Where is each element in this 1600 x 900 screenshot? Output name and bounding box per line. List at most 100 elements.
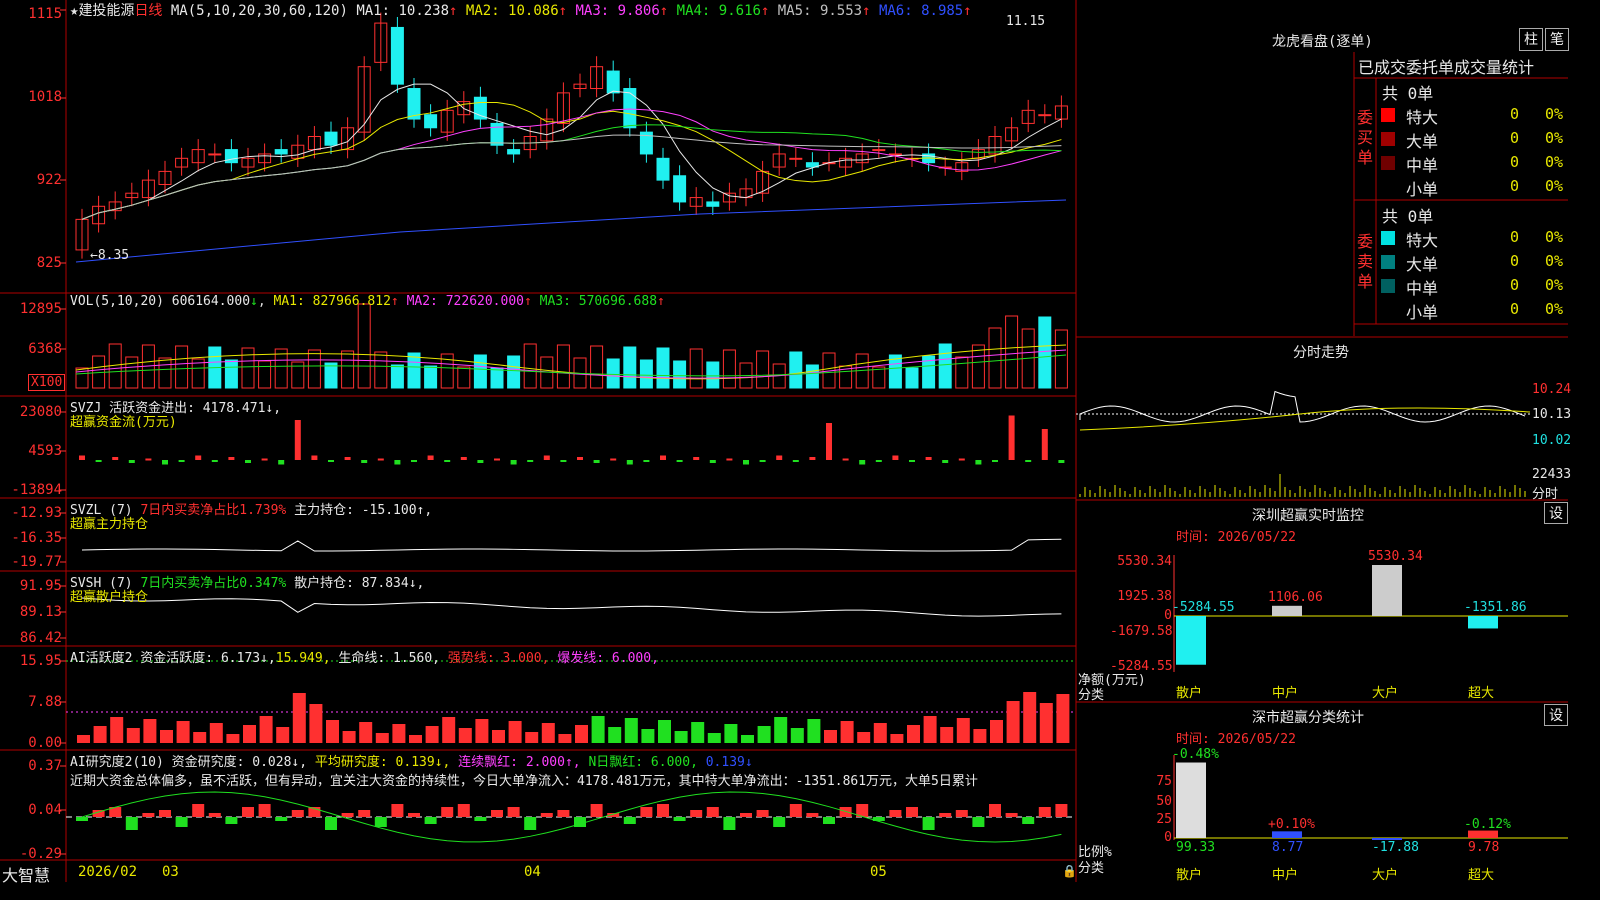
tick-view-button[interactable]: 笔	[1545, 28, 1569, 51]
flow-bar-37	[693, 457, 700, 460]
fenshi-vol-label: 22433	[1532, 467, 1572, 482]
high-price-mark: 11.15	[1006, 14, 1046, 29]
sz-class-ratio-2: -17.88	[1372, 840, 1419, 855]
sell-row-name-0: 特大	[1406, 231, 1439, 250]
sell-row-pct-1: 0%	[1545, 252, 1564, 270]
flow-bar-13	[294, 420, 301, 460]
sz-class-bar-1	[1272, 831, 1302, 838]
sz-class-settings-button[interactable]: 设	[1544, 704, 1568, 726]
vol-label-mid: 6368	[28, 341, 62, 357]
period-label[interactable]: 日线	[134, 3, 162, 19]
stock-name[interactable]: 建投能源	[78, 3, 134, 19]
sz-class-axis-label2: 分类	[1078, 861, 1105, 876]
sz-monitor-time: 时间: 2026/05/22	[1176, 530, 1296, 545]
activity-bar-1	[93, 726, 107, 743]
volume-bar-25	[490, 367, 504, 389]
fenshi-price-line	[1079, 390, 1526, 423]
sz-monitor-bar-2	[1372, 565, 1402, 616]
lock-icon[interactable]: 🔒	[1062, 864, 1077, 878]
flow-bar-7	[195, 455, 202, 460]
volume-bar-50	[905, 367, 919, 389]
activity-bar-48	[873, 723, 887, 743]
sz-class-change-1: +0.10%	[1268, 817, 1315, 832]
sz-monitor-bar-3	[1468, 616, 1498, 629]
sz-monitor-bar-1	[1272, 605, 1302, 616]
flow-bar-6	[178, 460, 185, 462]
flow-bar-27	[527, 460, 534, 462]
activity-bar-11	[259, 716, 273, 743]
flow-bar-4	[145, 458, 152, 461]
fenshi-avg-line	[1079, 407, 1531, 431]
activity-bar-39	[724, 724, 738, 743]
sell-side-label: 委卖单	[1357, 232, 1374, 291]
flow-bar-19	[394, 460, 401, 465]
activity-bar-51	[923, 716, 937, 743]
volume-bar-3	[125, 356, 139, 389]
research-bar-4	[142, 813, 155, 817]
research-bar-46	[839, 807, 852, 817]
research-bar-6	[175, 817, 188, 827]
research-bar-13	[291, 810, 304, 817]
flow-bar-52	[942, 460, 949, 463]
activity-bar-2	[110, 717, 124, 743]
activity-bar-16	[342, 731, 356, 743]
research-bar-17	[358, 810, 371, 817]
svsh-label-top: 91.95	[19, 578, 62, 594]
sell-row-pct-2: 0%	[1545, 276, 1564, 294]
research-bar-55	[989, 804, 1001, 817]
sz-monitor-val-1: 1106.06	[1268, 589, 1323, 605]
flow-bar-48	[875, 460, 882, 462]
candle-body-38	[706, 201, 720, 207]
sell-row-pct-0: 0%	[1545, 228, 1564, 246]
research-bar-53	[955, 810, 968, 817]
research-bar-11	[258, 804, 271, 817]
activity-bar-4	[143, 719, 157, 743]
research-bar-52	[939, 813, 952, 817]
research-bar-37	[690, 810, 703, 817]
activity-bar-37	[691, 722, 705, 743]
flow-bar-36	[676, 460, 683, 462]
activity-bar-26	[508, 721, 522, 743]
sz-monitor-settings-button[interactable]: 设	[1544, 502, 1568, 524]
flow-bar-17	[361, 460, 368, 463]
volume-bar-23	[457, 366, 471, 389]
volume-bar-26	[507, 355, 521, 389]
flow-bar-29	[560, 460, 567, 462]
main-holding-line	[81, 538, 1062, 552]
buy-row-count-0: 0	[1510, 105, 1520, 123]
column-view-button[interactable]: 柱	[1519, 28, 1543, 51]
volume-bar-14	[307, 349, 321, 389]
activity-bar-54	[973, 729, 987, 743]
svzj-title: 超赢资金流(万元)	[70, 415, 177, 430]
sell-row-name-1: 大单	[1406, 255, 1439, 274]
ma6-line	[75, 199, 1067, 263]
sz-class-cat-0: 散户	[1176, 868, 1203, 883]
volume-bar-24	[473, 354, 487, 389]
flow-bar-0	[79, 455, 85, 460]
sz-class-bar-0	[1176, 762, 1206, 838]
activity-bar-45	[824, 730, 837, 743]
fenshi-title[interactable]: 分时走势	[1293, 342, 1349, 362]
ma-value-5: MA5: 9.553	[777, 3, 863, 19]
ma-value-2: MA2: 10.086	[465, 3, 559, 19]
activity-bar-49	[890, 734, 904, 743]
volume-bar-48	[872, 366, 886, 389]
volume-bar-5	[158, 357, 172, 389]
svsh-label-mid: 89.13	[19, 604, 62, 620]
research-bar-21	[424, 817, 437, 824]
research-bar-22	[441, 807, 454, 817]
fenshi-label-mid: 10.13	[1532, 407, 1572, 422]
flow-bar-9	[228, 457, 235, 460]
svzj-label-mid: 4593	[28, 443, 62, 459]
buy-row-pct-2: 0%	[1545, 153, 1564, 171]
research-bar-57	[1022, 817, 1035, 824]
research-bar-20	[408, 813, 420, 817]
vol-unit-button[interactable]: X100	[28, 374, 66, 391]
activity-bar-42	[774, 717, 788, 743]
stock-chart-canvas[interactable]	[0, 0, 1568, 882]
activity-bar-27	[525, 732, 539, 743]
ai-research-label-bottom: -0.29	[19, 846, 62, 862]
sz-class-ylabel-2: 25	[1156, 812, 1172, 827]
flow-bar-53	[958, 458, 965, 461]
ma3-line	[81, 108, 1062, 220]
